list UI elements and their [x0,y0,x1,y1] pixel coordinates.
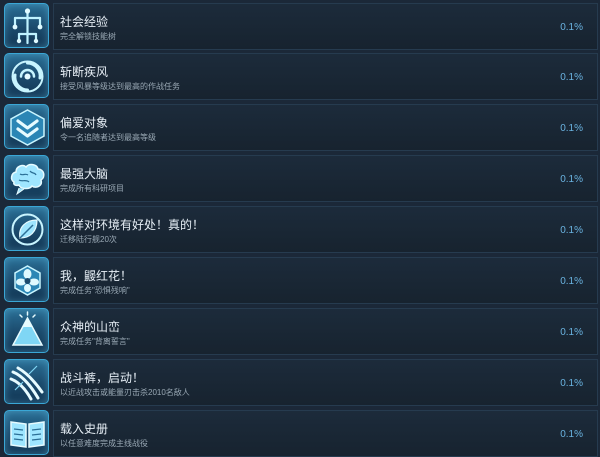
brain-icon [4,155,49,200]
achievement-title: 最强大脑 [60,167,109,181]
achievement-description: 接受风暴等级达到最高的作战任务 [60,82,180,91]
achievement-row[interactable]: 社会经验 完全解锁技能树 0.1% [0,3,600,50]
achievement-description: 以近战攻击或能量刃击杀2010名敌人 [60,388,190,397]
achievement-row[interactable]: 这样对环境有好处！真的！ 迁移陆行舰20次 0.1% [0,206,600,253]
achievement-list: 社会经验 完全解锁技能树 0.1% 斩断疾风 接受风暴等级达到最高的作战任务 0… [0,0,600,457]
achievement-description: 完全解锁技能树 [60,32,116,41]
achievement-percent: 0.1% [560,174,583,185]
flower-icon [4,257,49,302]
achievement-row[interactable]: 斩断疾风 接受风暴等级达到最高的作战任务 0.1% [0,53,600,100]
achievement-percent: 0.1% [560,225,583,236]
achievement-title: 这样对环境有好处！真的！ [60,218,205,232]
achievement-panel: 最强大脑 完成所有科研项目 0.1% [53,155,598,202]
storm-icon [4,53,49,98]
achievement-percent: 0.1% [560,72,583,83]
achievement-title: 社会经验 [60,15,109,29]
achievement-percent: 0.1% [560,22,583,33]
achievement-title: 载入史册 [60,422,109,436]
achievement-description: 完成任务"恐惧残响" [60,286,130,295]
achievement-title: 我，鼹红花！ [60,269,133,283]
achievement-percent: 0.1% [560,123,583,134]
achievement-panel: 这样对环境有好处！真的！ 迁移陆行舰20次 0.1% [53,206,598,253]
tree-icon [4,3,49,48]
achievement-panel: 斩断疾风 接受风暴等级达到最高的作战任务 0.1% [53,53,598,100]
achievement-row[interactable]: 载入史册 以任意难度完成主线战役 0.1% [0,410,600,457]
achievement-panel: 战斗裤，启动！ 以近战攻击或能量刃击杀2010名敌人 0.1% [53,359,598,406]
achievement-row[interactable]: 战斗裤，启动！ 以近战攻击或能量刃击杀2010名敌人 0.1% [0,359,600,406]
achievement-panel: 载入史册 以任意难度完成主线战役 0.1% [53,410,598,457]
book-icon [4,410,49,455]
achievement-description: 完成任务"背离誓言" [60,337,130,346]
achievement-panel: 偏爱对象 令一名追随者达到最高等级 0.1% [53,104,598,151]
chevron-rank-icon [4,104,49,149]
achievement-description: 以任意难度完成主线战役 [60,439,148,448]
achievement-description: 令一名追随者达到最高等级 [60,133,156,142]
achievement-row[interactable]: 最强大脑 完成所有科研项目 0.1% [0,155,600,202]
achievement-row[interactable]: 我，鼹红花！ 完成任务"恐惧残响" 0.1% [0,257,600,304]
mountain-icon [4,308,49,353]
achievement-percent: 0.1% [560,429,583,440]
achievement-title: 众神的山峦 [60,320,121,334]
achievement-title: 偏爱对象 [60,116,109,130]
achievement-description: 迁移陆行舰20次 [60,235,117,244]
leaf-icon [4,206,49,251]
achievement-percent: 0.1% [560,327,583,338]
achievement-row[interactable]: 偏爱对象 令一名追随者达到最高等级 0.1% [0,104,600,151]
achievement-percent: 0.1% [560,276,583,287]
achievement-percent: 0.1% [560,378,583,389]
achievement-panel: 我，鼹红花！ 完成任务"恐惧残响" 0.1% [53,257,598,304]
achievement-panel: 众神的山峦 完成任务"背离誓言" 0.1% [53,308,598,355]
achievement-title: 斩断疾风 [60,65,109,79]
achievement-row[interactable]: 众神的山峦 完成任务"背离誓言" 0.1% [0,308,600,355]
achievement-panel: 社会经验 完全解锁技能树 0.1% [53,3,598,50]
achievement-title: 战斗裤，启动！ [60,371,145,385]
achievement-description: 完成所有科研项目 [60,184,124,193]
claw-slash-icon [4,359,49,404]
